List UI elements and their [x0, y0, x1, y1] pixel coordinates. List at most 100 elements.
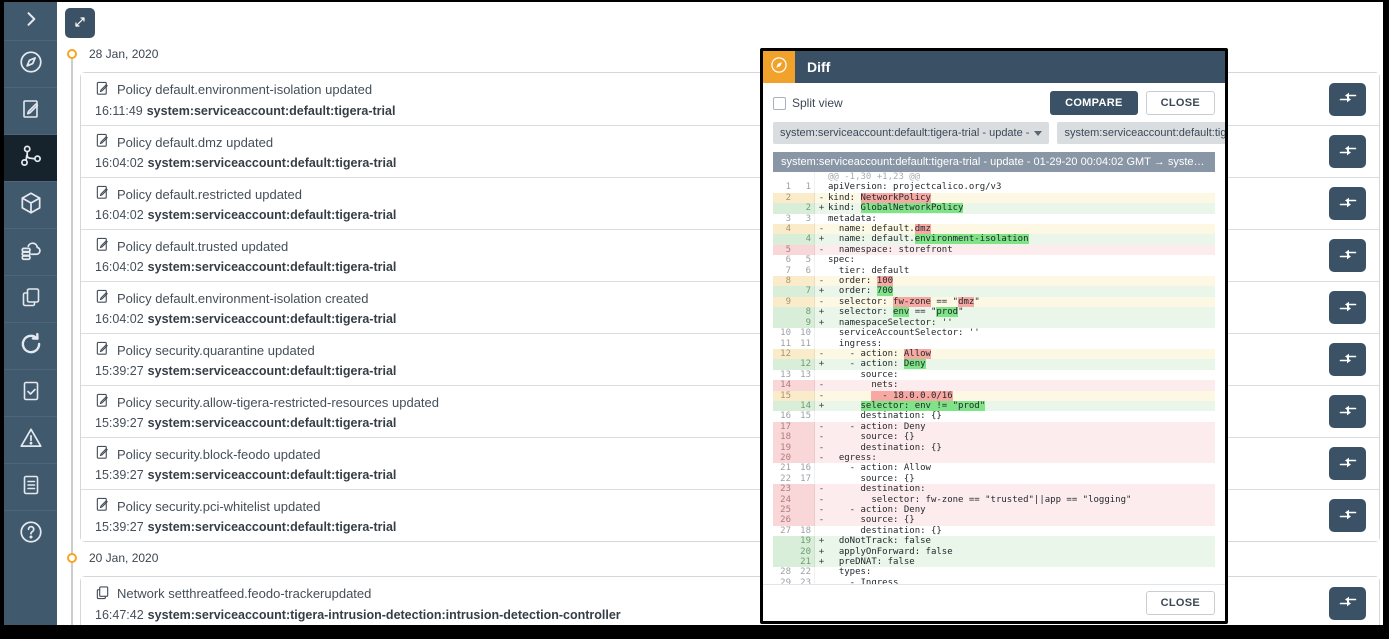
- diff-line-content: @@ -1,30 +1,23 @@: [828, 172, 1215, 182]
- compare-button[interactable]: [1329, 499, 1366, 532]
- sidebar-item-help[interactable]: [4, 510, 57, 557]
- old-line-number: 5: [773, 245, 794, 255]
- old-line-number: [773, 536, 794, 546]
- date-label: 28 Jan, 2020: [89, 47, 158, 61]
- old-line-number: [773, 203, 794, 213]
- compare-button[interactable]: [1329, 291, 1366, 324]
- sidebar-item-workloads[interactable]: [4, 181, 57, 228]
- sidebar-item-alerts[interactable]: [4, 416, 57, 463]
- diff-line: 4 + name: default.environment-isolation: [773, 234, 1215, 244]
- sidebar-item-copies[interactable]: [4, 275, 57, 322]
- compare-button[interactable]: [1329, 135, 1366, 168]
- diff-line: 10 10 serviceAccountSelector: '': [773, 328, 1215, 338]
- old-line-number: 13: [773, 370, 794, 380]
- help-icon: [18, 519, 44, 550]
- row-time: 15:39:27: [95, 520, 144, 534]
- sidebar-item-compliance[interactable]: [4, 369, 57, 416]
- old-line-number: 8: [773, 276, 794, 286]
- new-line-number: [794, 349, 815, 359]
- compare-arrows-icon: [1338, 507, 1358, 525]
- diff-line: 24 - selector: fw-zone == "trusted"||app…: [773, 495, 1215, 505]
- old-line-number: 21: [773, 463, 794, 473]
- policy-edit-icon: [95, 289, 110, 307]
- compare-button[interactable]: [1329, 187, 1366, 220]
- diff-line-content: - action: Deny: [828, 505, 1215, 515]
- timeline-line: [71, 54, 73, 625]
- row-account: system:serviceaccount:default:tigera-tri…: [148, 312, 397, 326]
- diff-marker: +: [815, 536, 828, 546]
- old-line-number: 2: [773, 193, 794, 203]
- diff-marker: -: [815, 453, 828, 463]
- diff-line: 16 15 destination: {}: [773, 411, 1215, 421]
- chevron-down-icon: [1034, 131, 1042, 136]
- diff-marker: -: [815, 422, 828, 432]
- expand-button[interactable]: [65, 8, 95, 38]
- copy-doc-icon: [95, 585, 110, 603]
- diff-marker: -: [815, 432, 828, 442]
- row-main: Policy default.trusted updated 16:04:02s…: [95, 237, 396, 274]
- row-title: Network setthreatfeed.feodo-trackerupdat…: [117, 586, 371, 601]
- left-revision-value: system:serviceaccount:default:tigera-tri…: [780, 127, 1029, 139]
- sidebar-item-logs[interactable]: [4, 463, 57, 510]
- new-line-number: [794, 453, 815, 463]
- new-line-number: [794, 484, 815, 494]
- cube-icon: [18, 190, 44, 221]
- row-main: Policy security.allow-tigera-restricted-…: [95, 393, 439, 430]
- diff-marker: [815, 182, 828, 192]
- app-screen: 28 Jan, 2020 Policy default.environment-…: [4, 2, 1383, 625]
- diff-line: 15 - - 18.0.0.0/16: [773, 391, 1215, 401]
- old-line-number: 26: [773, 515, 794, 525]
- revision-selects: system:serviceaccount:default:tigera-tri…: [773, 122, 1215, 144]
- row-title: Policy security.pci-whitelist updated: [117, 499, 321, 514]
- diff-line: 18 - source: {}: [773, 432, 1215, 442]
- split-view-toggle[interactable]: Split view: [773, 96, 843, 110]
- sidebar-item-refresh[interactable]: [4, 322, 57, 369]
- new-line-number: [794, 443, 815, 453]
- sidebar-item-network-activity[interactable]: [4, 134, 57, 181]
- split-view-checkbox[interactable]: [773, 97, 786, 110]
- diff-line: 7 6 tier: default: [773, 266, 1215, 276]
- diff-marker: -: [815, 443, 828, 453]
- diff-line-content: source:: [828, 370, 1215, 380]
- diff-line: 12 - - action: Allow: [773, 349, 1215, 359]
- row-title: Policy default.trusted updated: [117, 239, 288, 254]
- diff-line: 6 5 spec:: [773, 255, 1215, 265]
- modal-title: Diff: [807, 59, 830, 75]
- row-time: 15:39:27: [95, 468, 144, 482]
- new-line-number: [794, 422, 815, 432]
- diff-marker: +: [815, 547, 828, 557]
- new-line-number: 11: [794, 339, 815, 349]
- sidebar-item-policies[interactable]: [4, 87, 57, 134]
- new-line-number: 17: [794, 474, 815, 484]
- diff-marker: +: [815, 557, 828, 567]
- new-line-number: 19: [794, 536, 815, 546]
- compare-button[interactable]: [1329, 83, 1366, 116]
- new-line-number: [794, 380, 815, 390]
- close-button[interactable]: CLOSE: [1146, 91, 1215, 115]
- diff-line: 23 - destination:: [773, 484, 1215, 494]
- old-line-number: 23: [773, 484, 794, 494]
- sidebar-item-cloud-resources[interactable]: [4, 228, 57, 275]
- compare-button[interactable]: COMPARE: [1050, 91, 1138, 115]
- old-line-number: 25: [773, 505, 794, 515]
- sidebar-item-dashboard[interactable]: [4, 40, 57, 87]
- diff-marker: [815, 370, 828, 380]
- diff-line: 4 - name: default.dmz: [773, 224, 1215, 234]
- policy-edit-icon: [95, 497, 110, 515]
- diff-marker: +: [815, 286, 828, 296]
- compare-button[interactable]: [1329, 395, 1366, 428]
- old-line-number: 18: [773, 432, 794, 442]
- old-line-number: 15: [773, 391, 794, 401]
- right-revision-select[interactable]: system:serviceaccount:default:tigera-tri…: [1057, 122, 1225, 144]
- document-list-icon: [19, 473, 43, 502]
- diff-line-content: ingress:: [828, 339, 1215, 349]
- row-account: system:serviceaccount:tigera-intrusion-d…: [148, 608, 621, 622]
- compare-button[interactable]: [1329, 239, 1366, 272]
- footer-close-button[interactable]: CLOSE: [1146, 591, 1215, 615]
- compare-button[interactable]: [1329, 447, 1366, 480]
- left-revision-select[interactable]: system:serviceaccount:default:tigera-tri…: [773, 122, 1049, 144]
- compare-button[interactable]: [1329, 343, 1366, 376]
- compare-arrows-icon: [1338, 403, 1358, 421]
- sidebar-item-collapse[interactable]: [4, 2, 57, 40]
- compare-button[interactable]: [1329, 587, 1366, 620]
